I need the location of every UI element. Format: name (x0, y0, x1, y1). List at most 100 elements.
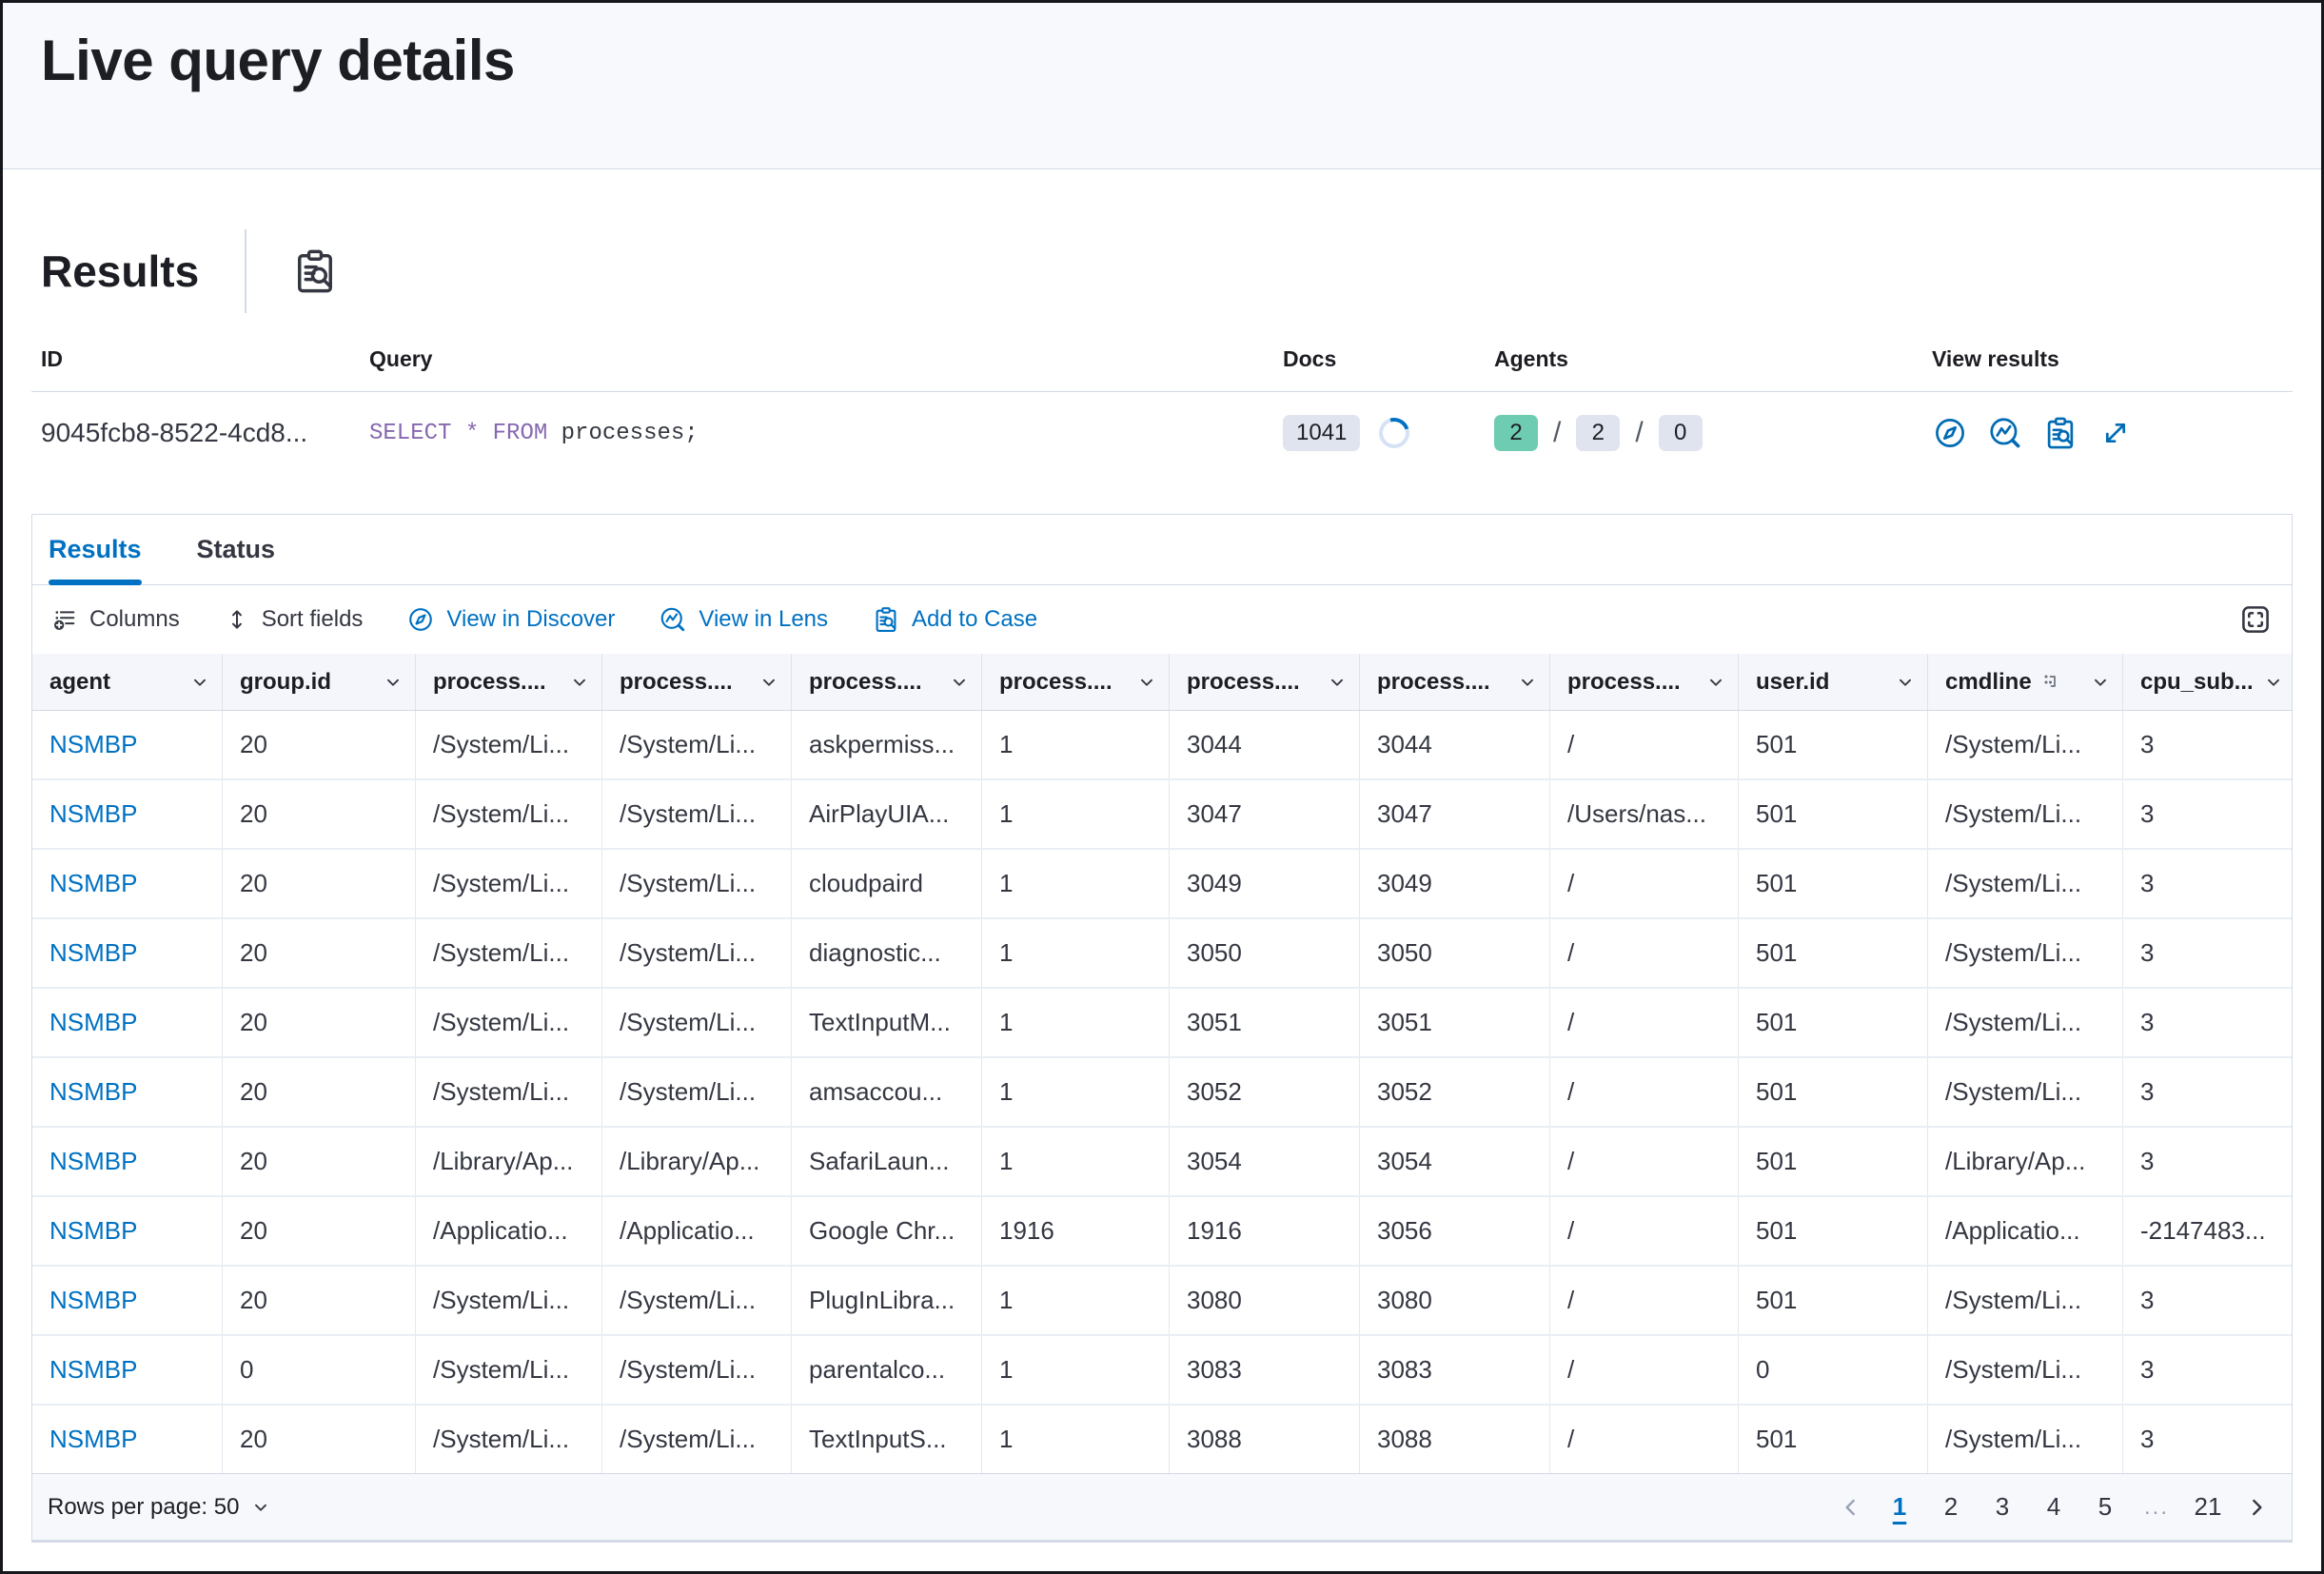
grid-cell[interactable]: 3056 (1360, 1197, 1550, 1265)
grid-cell[interactable]: 1 (982, 711, 1170, 778)
grid-cell[interactable]: /System/Li... (416, 1267, 602, 1334)
grid-cell[interactable]: 1916 (1170, 1197, 1360, 1265)
grid-cell[interactable]: /System/Li... (416, 850, 602, 917)
grid-cell[interactable]: / (1550, 1058, 1739, 1126)
grid-cell[interactable]: /System/Li... (416, 919, 602, 987)
grid-cell[interactable]: 501 (1739, 1267, 1928, 1334)
grid-column-header-3[interactable]: process.... (602, 654, 792, 710)
grid-cell[interactable]: 3 (2123, 1128, 2292, 1195)
grid-column-header-0[interactable]: agent (32, 654, 223, 710)
grid-cell[interactable]: 3 (2123, 1336, 2292, 1404)
grid-cell[interactable]: /System/Li... (1928, 780, 2123, 848)
grid-cell[interactable]: 1 (982, 1406, 1170, 1473)
clipboard-search-icon[interactable] (2042, 415, 2078, 451)
grid-cell[interactable]: SafariLaun... (792, 1128, 982, 1195)
grid-column-header-1[interactable]: group.id (223, 654, 416, 710)
grid-cell[interactable]: /Applicatio... (602, 1197, 792, 1265)
grid-cell[interactable]: /Library/Ap... (1928, 1128, 2123, 1195)
grid-cell[interactable]: cloudpaird (792, 850, 982, 917)
next-page-button[interactable] (2235, 1495, 2278, 1520)
grid-cell[interactable]: 3054 (1170, 1128, 1360, 1195)
pagination-page-21[interactable]: 21 (2185, 1485, 2231, 1530)
grid-cell[interactable]: /System/Li... (1928, 1058, 2123, 1126)
previous-page-button[interactable] (1829, 1495, 1873, 1520)
grid-cell[interactable]: / (1550, 1267, 1739, 1334)
grid-cell[interactable]: 3 (2123, 780, 2292, 848)
grid-cell-agent-link[interactable]: NSMBP (32, 1197, 223, 1265)
grid-cell[interactable]: /System/Li... (1928, 711, 2123, 778)
grid-cell[interactable]: 3 (2123, 850, 2292, 917)
grid-cell[interactable]: 3 (2123, 1406, 2292, 1473)
grid-column-header-2[interactable]: process.... (416, 654, 602, 710)
grid-cell[interactable]: /System/Li... (602, 919, 792, 987)
columns-button[interactable]: Columns (51, 606, 180, 633)
grid-cell-agent-link[interactable]: NSMBP (32, 711, 223, 778)
grid-cell[interactable]: 3 (2123, 711, 2292, 778)
grid-cell[interactable]: 3044 (1360, 711, 1550, 778)
grid-cell[interactable]: /Library/Ap... (416, 1128, 602, 1195)
grid-cell[interactable]: 3 (2123, 989, 2292, 1056)
grid-cell[interactable]: 3083 (1170, 1336, 1360, 1404)
grid-cell[interactable]: 3047 (1170, 780, 1360, 848)
grid-cell[interactable]: 3083 (1360, 1336, 1550, 1404)
expand-diagonal-icon[interactable] (2098, 415, 2134, 451)
pagination-page-3[interactable]: 3 (1979, 1485, 2025, 1530)
grid-cell[interactable]: TextInputM... (792, 989, 982, 1056)
grid-cell[interactable]: 501 (1739, 1197, 1928, 1265)
grid-column-header-8[interactable]: process.... (1550, 654, 1739, 710)
grid-cell[interactable]: PlugInLibra... (792, 1267, 982, 1334)
grid-cell[interactable]: 3051 (1170, 989, 1360, 1056)
grid-cell[interactable]: 3049 (1360, 850, 1550, 917)
view-in-discover-button[interactable]: View in Discover (406, 605, 615, 634)
grid-cell[interactable]: /System/Li... (416, 989, 602, 1056)
grid-cell[interactable]: amsaccou... (792, 1058, 982, 1126)
grid-cell[interactable]: 501 (1739, 1128, 1928, 1195)
grid-column-header-4[interactable]: process.... (792, 654, 982, 710)
discover-compass-icon[interactable] (1932, 415, 1968, 451)
grid-cell[interactable]: 20 (223, 1058, 416, 1126)
grid-cell[interactable]: 3 (2123, 919, 2292, 987)
grid-cell[interactable]: 1 (982, 1336, 1170, 1404)
grid-cell[interactable]: 3051 (1360, 989, 1550, 1056)
grid-cell[interactable]: parentalco... (792, 1336, 982, 1404)
grid-cell[interactable]: 501 (1739, 711, 1928, 778)
grid-cell[interactable]: 501 (1739, 1406, 1928, 1473)
rows-per-page-button[interactable]: Rows per page: 50 (48, 1494, 271, 1521)
grid-column-header-6[interactable]: process.... (1170, 654, 1360, 710)
lens-icon[interactable] (1987, 415, 2023, 451)
sort-fields-button[interactable]: Sort fields (224, 606, 364, 633)
grid-cell[interactable]: 3050 (1360, 919, 1550, 987)
grid-cell[interactable]: 3080 (1170, 1267, 1360, 1334)
grid-cell[interactable]: 3047 (1360, 780, 1550, 848)
grid-cell[interactable]: /System/Li... (602, 989, 792, 1056)
grid-cell[interactable]: 20 (223, 989, 416, 1056)
grid-cell-agent-link[interactable]: NSMBP (32, 989, 223, 1056)
grid-column-header-11[interactable]: cpu_sub... (2123, 654, 2292, 710)
grid-cell[interactable]: /System/Li... (1928, 1267, 2123, 1334)
grid-cell[interactable]: / (1550, 1336, 1739, 1404)
grid-cell[interactable]: 20 (223, 780, 416, 848)
pagination-page-2[interactable]: 2 (1928, 1485, 1974, 1530)
grid-cell[interactable]: /Applicatio... (416, 1197, 602, 1265)
grid-column-header-10[interactable]: cmdline (1928, 654, 2123, 710)
grid-cell[interactable]: 3049 (1170, 850, 1360, 917)
grid-cell-agent-link[interactable]: NSMBP (32, 1336, 223, 1404)
grid-cell[interactable]: 501 (1739, 919, 1928, 987)
grid-cell[interactable]: 20 (223, 1197, 416, 1265)
grid-cell-agent-link[interactable]: NSMBP (32, 1406, 223, 1473)
grid-cell[interactable]: /System/Li... (602, 1406, 792, 1473)
grid-column-header-5[interactable]: process.... (982, 654, 1170, 710)
grid-cell[interactable]: 3 (2123, 1058, 2292, 1126)
grid-cell[interactable]: /System/Li... (1928, 1406, 2123, 1473)
grid-cell[interactable]: /System/Li... (1928, 919, 2123, 987)
grid-cell[interactable]: /System/Li... (416, 1058, 602, 1126)
grid-cell[interactable]: 501 (1739, 780, 1928, 848)
pagination-page-5[interactable]: 5 (2082, 1485, 2128, 1530)
grid-cell[interactable]: 501 (1739, 850, 1928, 917)
grid-cell[interactable]: /System/Li... (1928, 850, 2123, 917)
grid-cell[interactable]: /System/Li... (416, 1406, 602, 1473)
grid-cell[interactable]: /System/Li... (602, 850, 792, 917)
pagination-page-1[interactable]: 1 (1877, 1485, 1922, 1530)
grid-cell[interactable]: / (1550, 919, 1739, 987)
grid-cell[interactable]: 501 (1739, 1058, 1928, 1126)
